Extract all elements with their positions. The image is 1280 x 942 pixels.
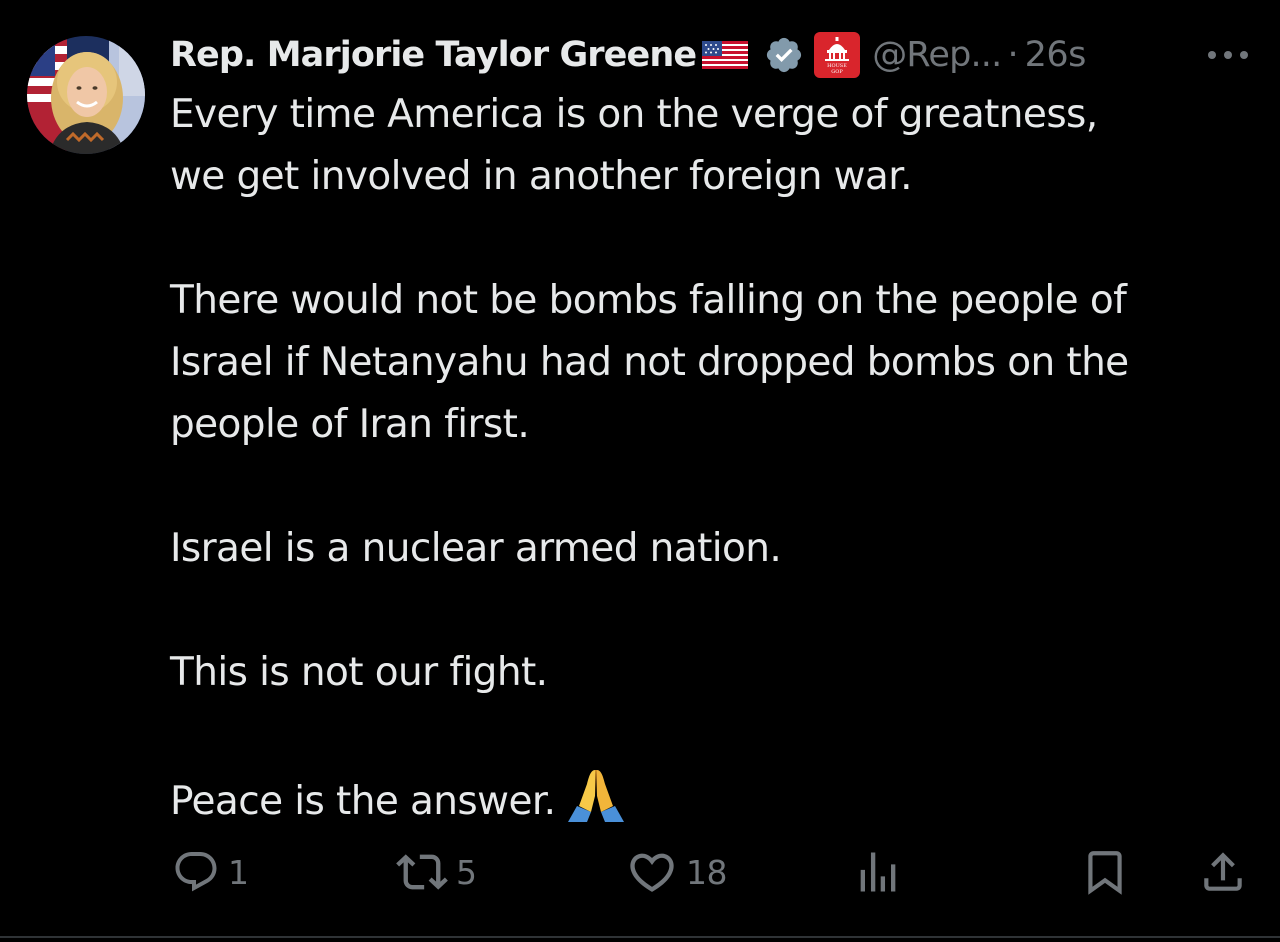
- header-separator: ·: [1007, 35, 1019, 75]
- repost-button[interactable]: 5: [396, 846, 477, 898]
- tweet-line-text: Peace is the answer.: [170, 779, 556, 824]
- affiliation-text-2: GOP: [831, 69, 843, 75]
- reply-icon: [175, 852, 217, 892]
- tweet-action-bar: 1 5 18: [0, 846, 1280, 898]
- author-avatar[interactable]: [27, 36, 145, 154]
- share-button[interactable]: [1198, 846, 1248, 898]
- bookmark-button[interactable]: [1080, 846, 1130, 898]
- tweet-card[interactable]: Rep. Marjorie Taylor Greene HOUSE GOP @R…: [0, 0, 1280, 938]
- like-button[interactable]: 18: [626, 846, 728, 898]
- tweet-line: This is not our fight.: [170, 650, 548, 695]
- verified-badge-icon[interactable]: [764, 35, 804, 75]
- tweet-line: There would not be bombs falling on the …: [170, 278, 1127, 323]
- tweet-line: Israel is a nuclear armed nation.: [170, 526, 782, 571]
- tweet-timestamp[interactable]: 26s: [1025, 35, 1087, 75]
- tweet-divider: [0, 936, 1280, 938]
- tweet-line: Every time America is on the verge of gr…: [170, 92, 1098, 137]
- share-icon: [1204, 852, 1242, 891]
- reply-button[interactable]: 1: [172, 846, 249, 898]
- tweet-line-last: Peace is the answer.: [170, 766, 1260, 833]
- reply-count: 1: [228, 852, 249, 892]
- us-flag-icon: [702, 41, 749, 69]
- tweet-header: Rep. Marjorie Taylor Greene HOUSE GOP @R…: [170, 28, 1086, 82]
- tweet-line: we get involved in another foreign war.: [170, 154, 912, 199]
- like-count: 18: [686, 852, 728, 892]
- author-display-name[interactable]: Rep. Marjorie Taylor Greene: [170, 35, 697, 75]
- bookmark-icon: [1088, 851, 1122, 895]
- author-handle[interactable]: @Rep...: [872, 35, 1002, 75]
- repost-count: 5: [456, 852, 477, 892]
- views-chart-icon: [860, 852, 896, 892]
- house-gop-logo-icon[interactable]: HOUSE GOP: [814, 32, 861, 78]
- tweet-line: Israel if Netanyahu had not dropped bomb…: [170, 340, 1129, 385]
- tweet-line: people of Iran first.: [170, 402, 530, 447]
- repost-icon: [396, 854, 448, 890]
- views-button[interactable]: [852, 846, 912, 898]
- tweet-text: Every time America is on the verge of gr…: [170, 84, 1260, 833]
- folded-hands-emoji-icon: [565, 766, 627, 824]
- more-options-icon[interactable]: [1204, 42, 1252, 68]
- heart-icon: [630, 853, 674, 892]
